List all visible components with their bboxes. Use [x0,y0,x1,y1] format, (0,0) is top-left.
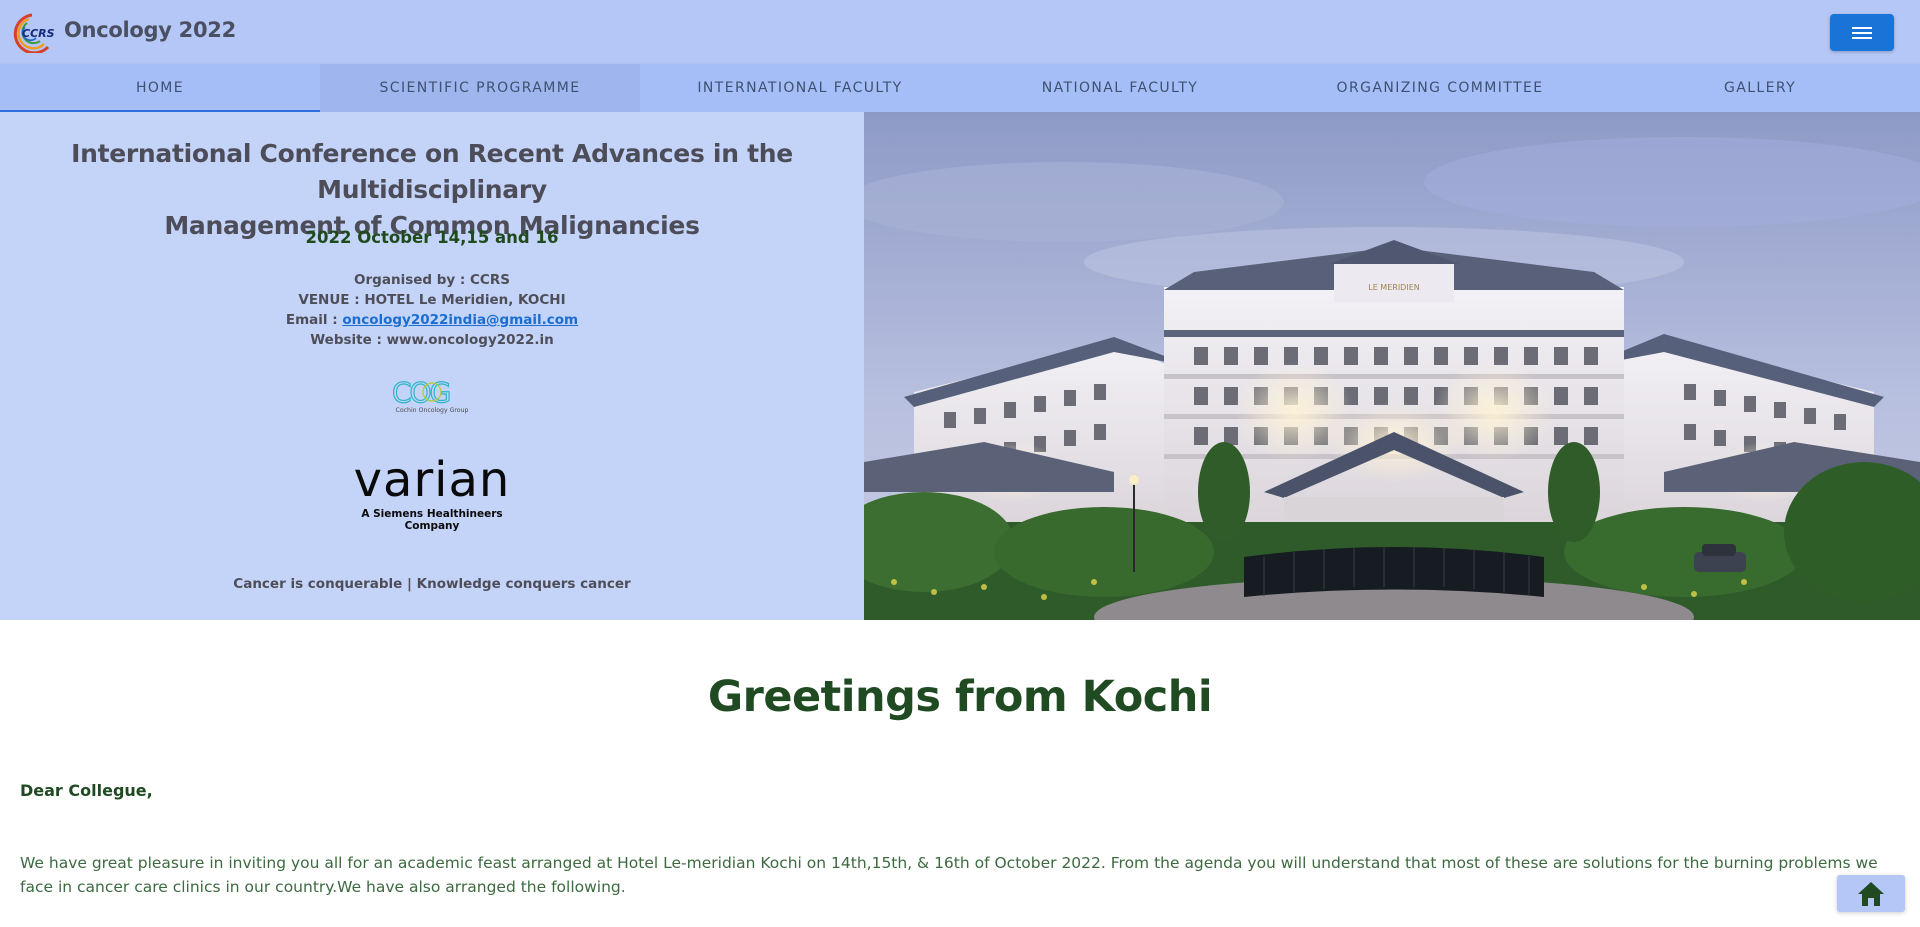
nav-organizing-committee[interactable]: ORGANIZING COMMITTEE [1280,64,1600,112]
email-label: Email : [285,312,343,328]
cog-logo-sub: Cochin Oncology Group [396,407,469,414]
nav-national-faculty[interactable]: NATIONAL FACULTY [960,64,1280,112]
greetings-title: Greetings from Kochi [707,672,1213,722]
hotel-photo: LE MERIDIEN [864,112,1920,620]
main-nav: HOME SCIENTIFIC PROGRAMME INTERNATIONAL … [0,64,1920,112]
website: Website : www.oncology2022.in [310,332,554,348]
tagline: Cancer is conquerable | Knowledge conque… [233,576,631,592]
hero-info-panel: International Conference on Recent Advan… [0,112,864,620]
venue: VENUE : HOTEL Le Meridien, KOCHI [298,292,566,308]
ccrs-logo[interactable]: CCRS [8,11,62,55]
hotel-sign: LE MERIDIEN [1368,283,1420,292]
nav-international-faculty[interactable]: INTERNATIONAL FACULTY [640,64,960,112]
salutation: Dear Collegue, [20,781,153,800]
home-button[interactable] [1837,875,1905,912]
logo-text: CCRS [22,27,55,40]
email-link[interactable]: oncology2022india@gmail.com [342,312,578,328]
email-line: Email : oncology2022india@gmail.com [0,312,864,328]
organised-by: Organised by : CCRS [354,272,510,288]
menu-button[interactable] [1830,14,1894,51]
varian-subtitle: A Siemens Healthineers Company [361,508,503,532]
nav-scientific-programme[interactable]: SCIENTIFIC PROGRAMME [320,64,640,112]
nav-gallery[interactable]: GALLERY [1600,64,1920,112]
brand-name[interactable]: Oncology 2022 [64,18,236,42]
varian-logo: varian A Siemens Healthineers Company [336,452,528,532]
cog-logo: COG Cochin Oncology Group [390,374,474,414]
hamburger-icon [1852,26,1872,39]
conference-date: 2022 October 14,15 and 16 [305,228,559,247]
site-header: CCRS Oncology 2022 [0,0,1920,64]
varian-wordmark: varian [353,452,511,508]
home-icon [1858,881,1884,906]
conference-title-line1: International Conference on Recent Advan… [71,139,793,204]
greetings-paragraph: We have great pleasure in inviting you a… [20,854,1878,896]
nav-home[interactable]: HOME [0,64,320,112]
